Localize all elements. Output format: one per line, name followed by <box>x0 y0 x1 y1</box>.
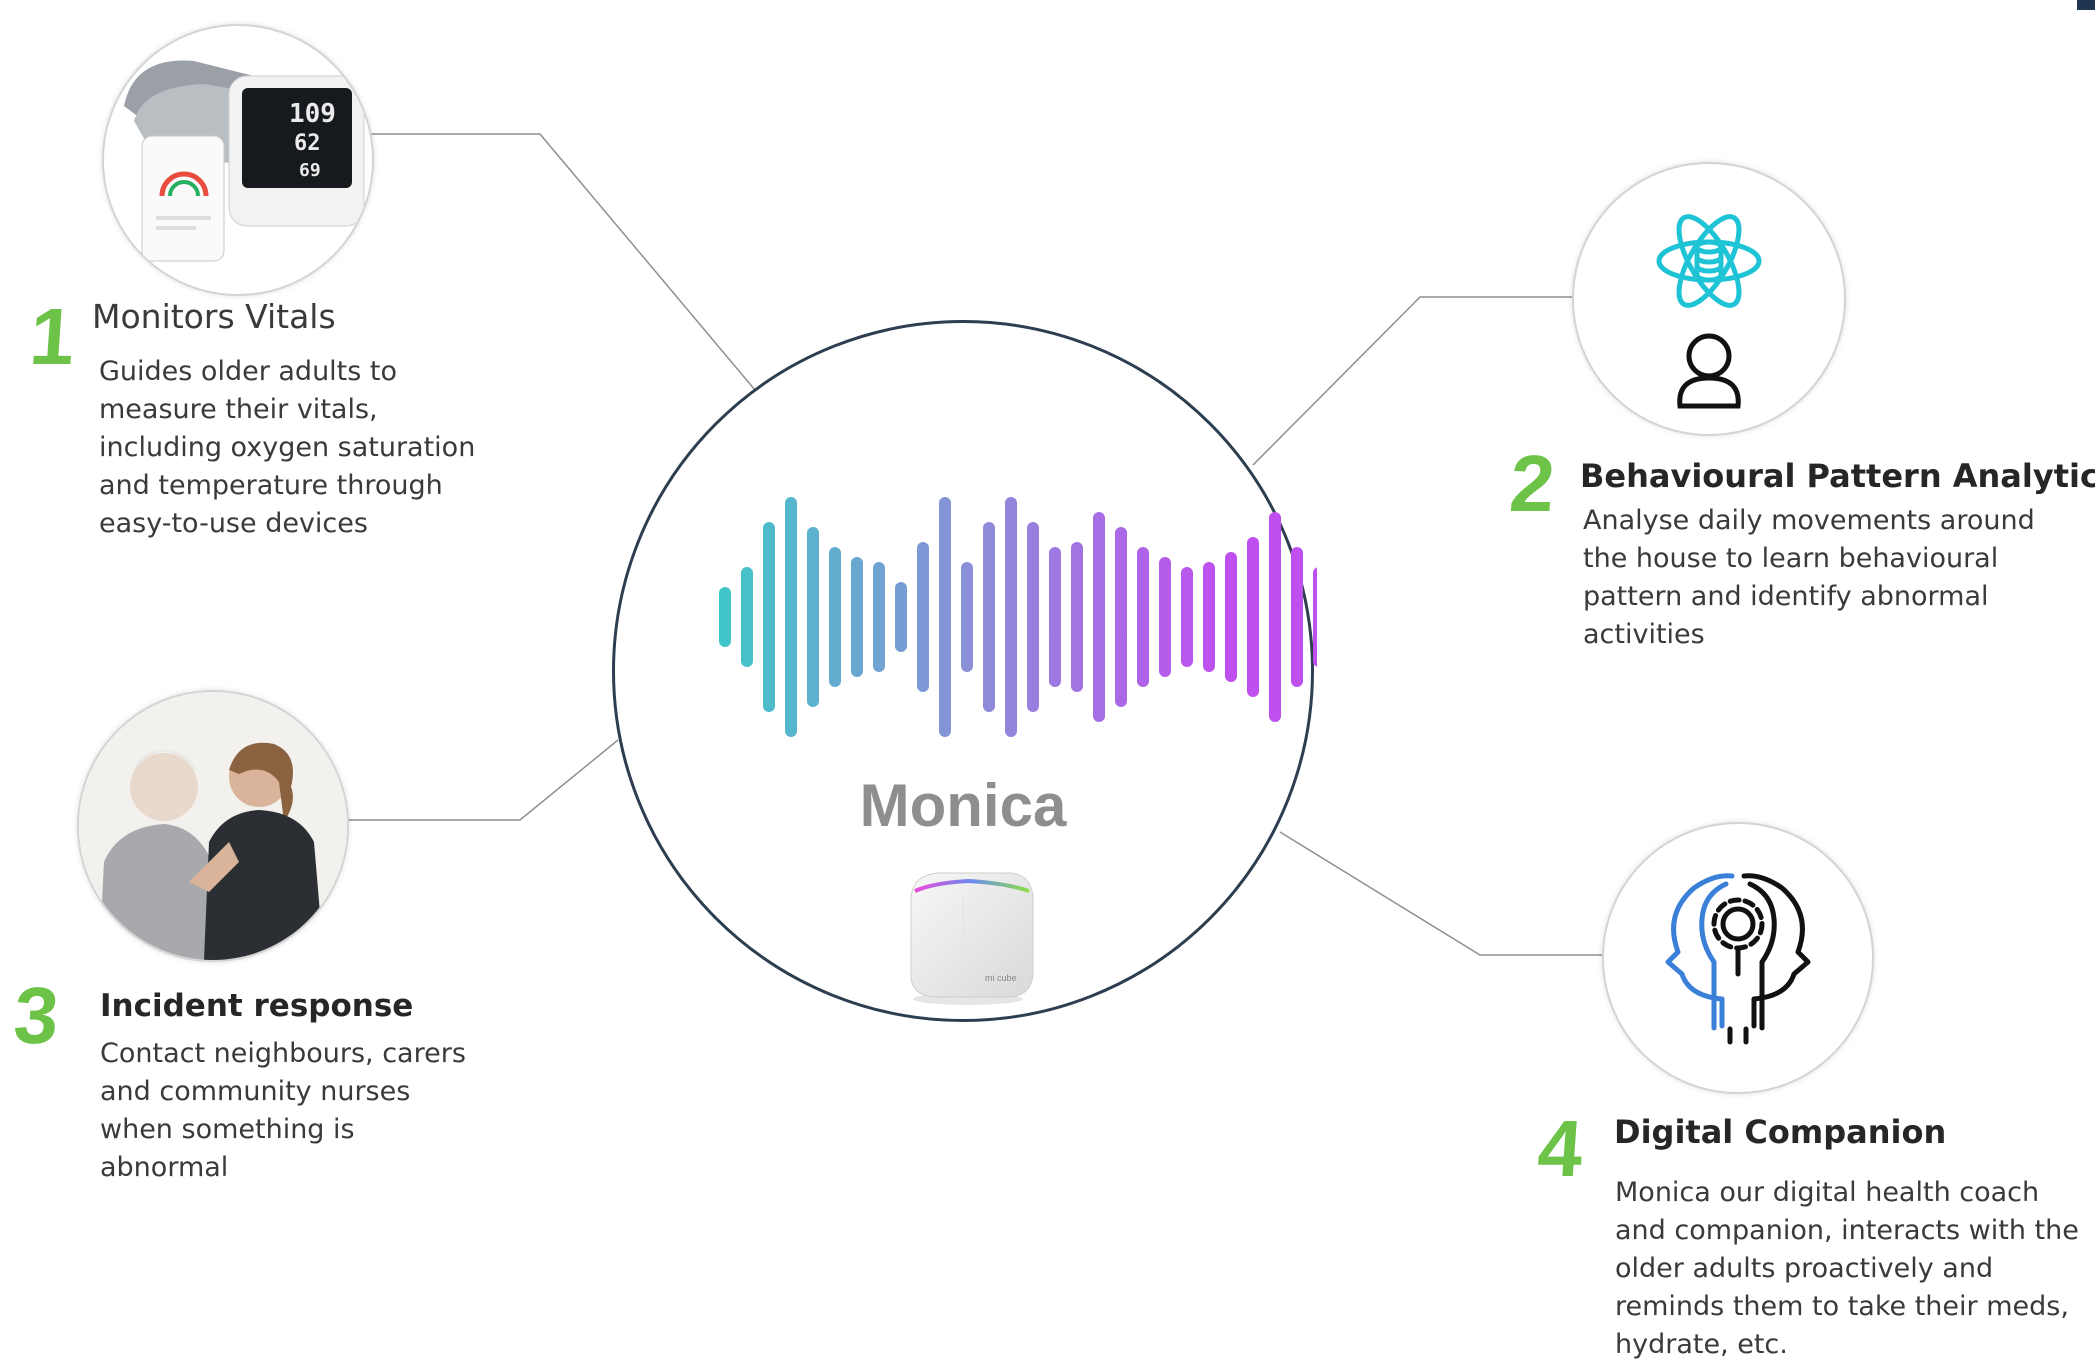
analytics-icon-circle <box>1572 162 1846 436</box>
feature-title-2: Behavioural Pattern Analytics <box>1580 457 2095 495</box>
waveform-bar <box>851 557 863 677</box>
waveform-bar <box>917 542 929 692</box>
corner-marker <box>2077 0 2095 10</box>
waveform-bar <box>741 567 753 667</box>
device-label: mi cube <box>985 973 1017 983</box>
feature-desc-1: Guides older adults to measure their vit… <box>99 356 476 539</box>
feature-title-1: Monitors Vitals <box>92 297 336 336</box>
feature-number-4: 4 <box>1534 1104 1586 1193</box>
feature-desc-2: Analyse daily movements around the house… <box>1583 505 2035 650</box>
display-dia: 62 <box>294 131 321 156</box>
display-sys: 109 <box>289 99 336 129</box>
waveform-bar <box>1203 562 1215 672</box>
waveform-bar <box>873 562 885 672</box>
waveform-bar <box>1269 512 1281 722</box>
waveform-bar <box>719 587 731 647</box>
waveform-bar <box>1291 547 1303 687</box>
waveform-bar <box>895 582 907 652</box>
atom-database-person-icon <box>1656 214 1762 409</box>
feature-number-2: 2 <box>1506 439 1558 528</box>
feature-number-3: 3 <box>10 971 62 1060</box>
carer-with-older-adult-photo <box>79 692 347 960</box>
vitals-image-circle: 109 62 69 <box>102 24 374 296</box>
companion-icon-circle <box>1602 822 1874 1094</box>
waveform-bar <box>1115 527 1127 707</box>
waveform-bar <box>829 547 841 687</box>
feature-desc-4: Monica our digital health coach and comp… <box>1615 1177 2079 1360</box>
waveform-bar <box>1049 547 1061 687</box>
waveform-bar <box>1225 552 1237 682</box>
waveform-bar <box>983 522 995 712</box>
waveform-bar <box>807 527 819 707</box>
waveform-bar <box>1027 522 1039 712</box>
waveform-bar <box>1181 567 1193 667</box>
hub-name: Monica <box>859 772 1067 839</box>
waveform-bar <box>1071 542 1083 692</box>
waveform-bar <box>1137 547 1149 687</box>
mi-cube-device-icon: mi cube <box>910 872 1034 1005</box>
monica-hub: Monica mi cube <box>612 320 1317 1022</box>
feature-number-1: 1 <box>26 292 78 381</box>
waveform-bar <box>1247 537 1259 697</box>
waveform-bar <box>1159 557 1171 677</box>
feature-title-4: Digital Companion <box>1614 1113 1947 1151</box>
waveform-bar <box>1093 512 1105 722</box>
waveform-bar <box>939 497 951 737</box>
waveform-bar <box>961 562 973 672</box>
waveform-bar <box>1005 497 1017 737</box>
incident-photo-circle <box>77 690 349 962</box>
blood-pressure-monitor-icon: 109 62 69 <box>124 60 365 262</box>
head-gear-ai-icon <box>1665 873 1811 1045</box>
feature-title-3: Incident response <box>100 988 414 1024</box>
feature-desc-3: Contact neighbours, carers and community… <box>100 1038 466 1183</box>
waveform-bar <box>763 522 775 712</box>
waveform-bar <box>785 497 797 737</box>
display-pulse: 69 <box>299 160 321 181</box>
waveform-bar <box>1313 567 1317 667</box>
